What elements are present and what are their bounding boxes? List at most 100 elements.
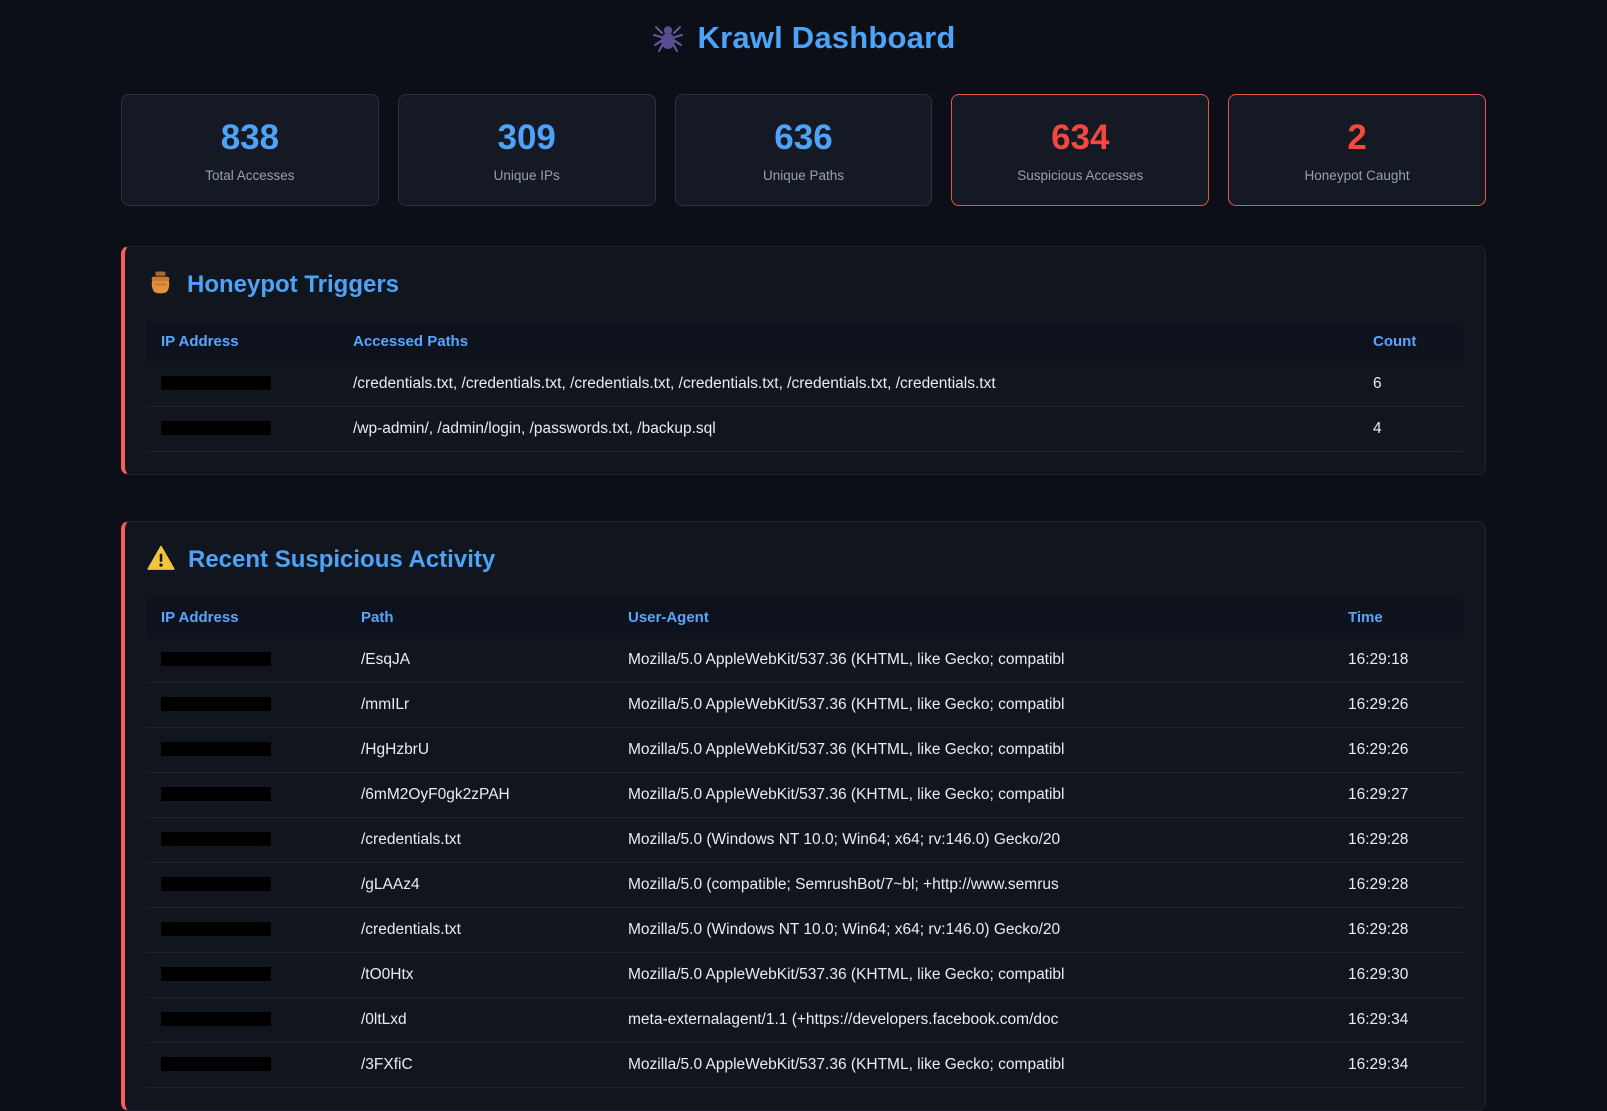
suspicious-header-row: IP Address Path User-Agent Time [147,597,1463,638]
suspicious-panel-title: Recent Suspicious Activity [147,544,1463,577]
redacted-ip [161,787,271,801]
redacted-ip [161,742,271,756]
honeypot-panel-heading: Honeypot Triggers [187,271,399,299]
table-row: /HgHzbrU Mozilla/5.0 AppleWebKit/537.36 … [147,727,1463,772]
stat-value: 309 [409,119,645,158]
user-agent-cell: Mozilla/5.0 (Windows NT 10.0; Win64; x64… [614,817,1334,862]
user-agent-cell: Mozilla/5.0 (Windows NT 10.0; Win64; x64… [614,907,1334,952]
stat-label: Suspicious Accesses [962,168,1198,183]
count-cell: 6 [1359,362,1463,407]
table-row: /credentials.txt Mozilla/5.0 (Windows NT… [147,907,1463,952]
table-row: /gLAAz4 Mozilla/5.0 (compatible; Semrush… [147,862,1463,907]
honeypot-header-row: IP Address Accessed Paths Count [147,321,1463,362]
table-row: /mmILr Mozilla/5.0 AppleWebKit/537.36 (K… [147,682,1463,727]
redacted-ip [161,1012,271,1026]
time-cell: 16:29:28 [1334,907,1463,952]
stat-label: Honeypot Caught [1239,168,1475,183]
ip-cell [147,362,339,407]
redacted-ip [161,421,271,435]
stat-label: Unique IPs [409,168,645,183]
stat-value: 634 [962,119,1198,158]
user-agent-cell: Mozilla/5.0 AppleWebKit/537.36 (KHTML, l… [614,952,1334,997]
table-row: /tO0Htx Mozilla/5.0 AppleWebKit/537.36 (… [147,952,1463,997]
table-row: /3FXfiC Mozilla/5.0 AppleWebKit/537.36 (… [147,1042,1463,1087]
ip-cell [147,1042,347,1087]
time-cell: 16:29:27 [1334,772,1463,817]
table-row: /0ltLxd meta-externalagent/1.1 (+https:/… [147,997,1463,1042]
time-cell: 16:29:30 [1334,952,1463,997]
path-cell: /tO0Htx [347,952,614,997]
stat-label: Unique Paths [686,168,922,183]
stat-card-unique-paths: 636 Unique Paths [675,94,933,206]
table-row: /wp-admin/, /admin/login, /passwords.txt… [147,406,1463,451]
column-header-paths: Accessed Paths [339,321,1359,362]
path-cell: /3FXfiC [347,1042,614,1087]
stat-value: 838 [132,119,368,158]
column-header-time: Time [1334,597,1463,638]
path-cell: /gLAAz4 [347,862,614,907]
suspicious-activity-panel: Recent Suspicious Activity IP Address Pa… [121,521,1486,1111]
paths-cell: /credentials.txt, /credentials.txt, /cre… [339,362,1359,407]
column-header-ip: IP Address [147,597,347,638]
time-cell: 16:29:34 [1334,1042,1463,1087]
redacted-ip [161,967,271,981]
time-cell: 16:29:26 [1334,682,1463,727]
krawl-dashboard-page: Krawl Dashboard 838 Total Accesses 309 U… [121,0,1486,1111]
ip-cell [147,406,339,451]
ip-cell [147,817,347,862]
path-cell: /credentials.txt [347,907,614,952]
stat-label: Total Accesses [132,168,368,183]
redacted-ip [161,832,271,846]
user-agent-cell: Mozilla/5.0 AppleWebKit/537.36 (KHTML, l… [614,772,1334,817]
stat-card-total-accesses: 838 Total Accesses [121,94,379,206]
app-header: Krawl Dashboard [121,20,1486,56]
stats-row: 838 Total Accesses 309 Unique IPs 636 Un… [121,94,1486,206]
ip-cell [147,772,347,817]
user-agent-cell: Mozilla/5.0 AppleWebKit/537.36 (KHTML, l… [614,1042,1334,1087]
table-row: /EsqJA Mozilla/5.0 AppleWebKit/537.36 (K… [147,638,1463,683]
stat-card-honeypot-caught: 2 Honeypot Caught [1228,94,1486,206]
count-cell: 4 [1359,406,1463,451]
path-cell: /6mM2OyF0gk2zPAH [347,772,614,817]
page-title: Krawl Dashboard [698,20,956,56]
honeypot-triggers-panel: Honeypot Triggers IP Address Accessed Pa… [121,246,1486,475]
redacted-ip [161,376,271,390]
time-cell: 16:29:26 [1334,727,1463,772]
time-cell: 16:29:28 [1334,862,1463,907]
table-row: /credentials.txt, /credentials.txt, /cre… [147,362,1463,407]
column-header-count: Count [1359,321,1463,362]
time-cell: 16:29:34 [1334,997,1463,1042]
ip-cell [147,952,347,997]
redacted-ip [161,652,271,666]
path-cell: /mmILr [347,682,614,727]
honeypot-table: IP Address Accessed Paths Count /credent… [147,321,1463,452]
ip-cell [147,862,347,907]
ip-cell [147,907,347,952]
spider-icon [652,22,684,54]
ip-cell [147,682,347,727]
time-cell: 16:29:18 [1334,638,1463,683]
path-cell: /credentials.txt [347,817,614,862]
column-header-user-agent: User-Agent [614,597,1334,638]
path-cell: /0ltLxd [347,997,614,1042]
column-header-ip: IP Address [147,321,339,362]
warning-icon [147,544,175,577]
paths-cell: /wp-admin/, /admin/login, /passwords.txt… [339,406,1359,451]
redacted-ip [161,922,271,936]
honeypot-panel-title: Honeypot Triggers [147,269,1463,301]
stat-value: 636 [686,119,922,158]
time-cell: 16:29:28 [1334,817,1463,862]
ip-cell [147,727,347,772]
path-cell: /HgHzbrU [347,727,614,772]
user-agent-cell: meta-externalagent/1.1 (+https://develop… [614,997,1334,1042]
table-row: /6mM2OyF0gk2zPAH Mozilla/5.0 AppleWebKit… [147,772,1463,817]
suspicious-activity-table: IP Address Path User-Agent Time /EsqJA M… [147,597,1463,1088]
redacted-ip [161,697,271,711]
suspicious-panel-heading: Recent Suspicious Activity [188,546,495,574]
user-agent-cell: Mozilla/5.0 (compatible; SemrushBot/7~bl… [614,862,1334,907]
redacted-ip [161,1057,271,1071]
stat-card-suspicious-accesses: 634 Suspicious Accesses [951,94,1209,206]
path-cell: /EsqJA [347,638,614,683]
user-agent-cell: Mozilla/5.0 AppleWebKit/537.36 (KHTML, l… [614,727,1334,772]
table-row: /credentials.txt Mozilla/5.0 (Windows NT… [147,817,1463,862]
